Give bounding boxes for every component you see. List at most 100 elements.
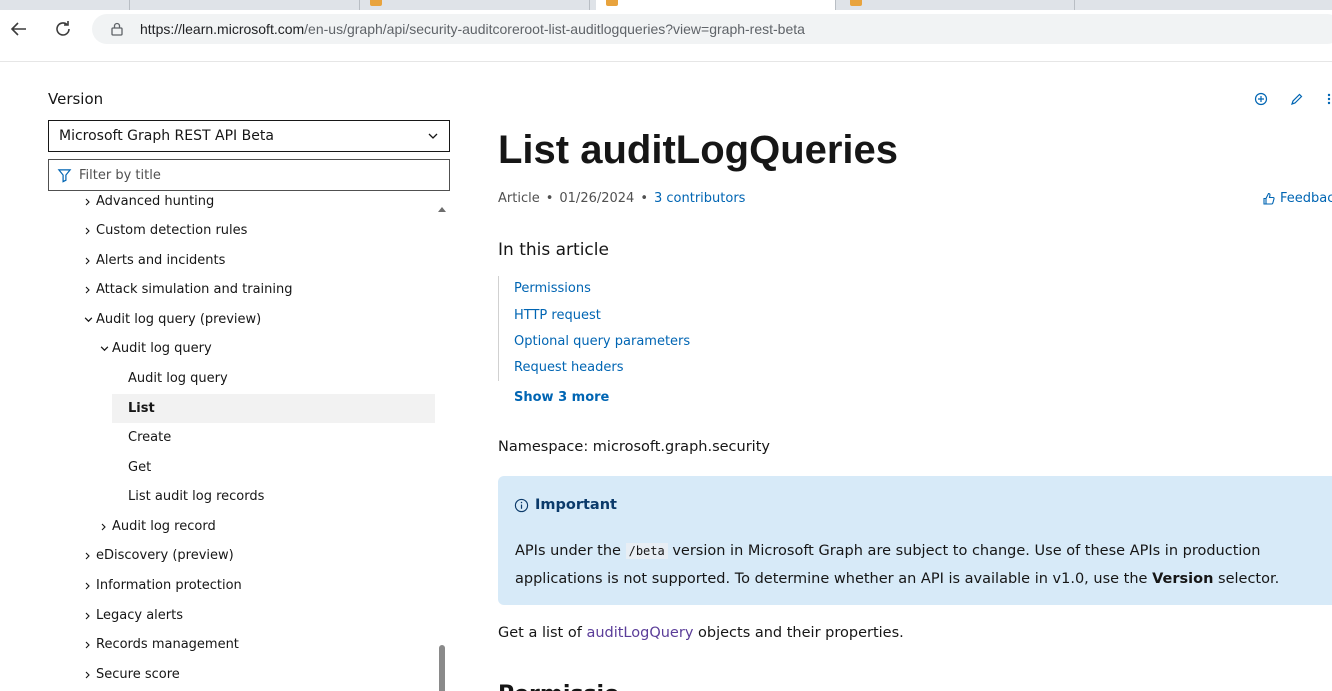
browser-tab[interactable] <box>130 0 360 10</box>
url-field[interactable]: https://learn.microsoft.com/en-us/graph/… <box>92 14 1332 44</box>
section-link-request-headers[interactable]: Request headers <box>514 360 624 375</box>
toc-item-label: List <box>128 401 155 416</box>
chevron-right-icon <box>80 227 96 235</box>
toc-item-list[interactable]: List <box>112 394 435 423</box>
reload-icon <box>56 21 70 36</box>
browser-tab[interactable] <box>0 0 130 10</box>
browser-tab-strip <box>0 0 1332 10</box>
tab-favicon-icon <box>370 0 382 6</box>
toc-scrollbar[interactable] <box>437 204 447 691</box>
article-metadata: Article • 01/26/2024 • 3 contributors <box>498 191 746 206</box>
toc-item-label: Custom detection rules <box>96 223 248 238</box>
toc-item-advanced-hunting[interactable]: Advanced hunting <box>80 192 435 216</box>
chevron-right-icon <box>80 612 96 620</box>
toc-item-get[interactable]: Get <box>112 453 435 482</box>
toc-item-create[interactable]: Create <box>112 423 435 452</box>
permissions-heading: Permissions <box>498 682 618 691</box>
tab-favicon-icon <box>850 0 862 6</box>
toc-item-information-protection[interactable]: Information protection <box>80 571 435 600</box>
toc-item-label: Information protection <box>96 578 242 593</box>
in-this-article-heading: In this article <box>498 240 609 260</box>
toc-item-label: Create <box>128 430 172 445</box>
toc-item-ediscovery[interactable]: eDiscovery (preview) <box>80 541 435 570</box>
feedback-label: Feedback <box>1280 191 1332 206</box>
section-link-optional-query-parameters[interactable]: Optional query parameters <box>514 334 690 349</box>
toc-item-secure-score[interactable]: Secure score <box>80 660 435 689</box>
alert-body: APIs under the /beta version in Microsof… <box>515 543 1280 587</box>
scrollbar-thumb[interactable] <box>439 645 445 691</box>
version-select[interactable]: Microsoft Graph REST API Beta <box>48 120 450 152</box>
lock-icon[interactable] <box>110 22 124 36</box>
important-alert: Important APIs under the /beta version i… <box>498 476 1332 605</box>
toc-item-records-management[interactable]: Records management <box>80 630 435 659</box>
toc-item-label: Advanced hunting <box>96 194 215 209</box>
browser-tab-active[interactable] <box>596 0 836 10</box>
address-bar: https://learn.microsoft.com/en-us/graph/… <box>0 10 1332 47</box>
toc-item-label: Attack simulation and training <box>96 282 293 297</box>
alert-title: Important <box>514 497 617 513</box>
back-arrow-icon <box>10 22 26 36</box>
toc-item-label: Get <box>128 460 152 475</box>
chevron-right-icon <box>80 257 96 265</box>
filter-by-title[interactable] <box>48 159 450 191</box>
chevron-right-icon <box>80 582 96 590</box>
toc-item-label: Audit log query <box>112 341 212 356</box>
reload-button[interactable] <box>52 18 74 40</box>
auditlogquery-link[interactable]: auditLogQuery <box>586 625 693 641</box>
table-of-contents: Advanced hunting Custom detection rules … <box>48 192 438 691</box>
toc-item-label: Legacy alerts <box>96 608 183 623</box>
browser-tab[interactable] <box>840 0 1075 10</box>
version-select-value: Microsoft Graph REST API Beta <box>59 128 274 144</box>
toc-item-audit-log-query-overview[interactable]: Audit log query <box>112 364 435 393</box>
thumbs-up-icon <box>1263 192 1275 205</box>
contributors-link[interactable]: 3 contributors <box>654 191 745 206</box>
toc-item-label: Secure score <box>96 667 180 682</box>
namespace-text: Namespace: microsoft.graph.security <box>498 439 770 455</box>
toc-item-alerts-and-incidents[interactable]: Alerts and incidents <box>80 246 435 275</box>
section-link-http-request[interactable]: HTTP request <box>514 308 601 323</box>
chevron-down-icon <box>96 344 112 353</box>
description-text: Get a list of auditLogQuery objects and … <box>498 625 904 641</box>
toc-item-label: Records management <box>96 637 239 652</box>
version-bold: Version <box>1152 571 1214 587</box>
toc-item-audit-log-record[interactable]: Audit log record <box>96 512 435 541</box>
browser-tab[interactable] <box>360 0 590 10</box>
edit-pencil-icon[interactable] <box>1290 92 1304 106</box>
tab-favicon-icon <box>606 0 618 6</box>
toc-item-attack-simulation[interactable]: Attack simulation and training <box>80 275 435 304</box>
filter-input[interactable] <box>79 165 439 185</box>
chevron-right-icon <box>80 552 96 560</box>
add-to-collection-icon[interactable] <box>1254 92 1268 106</box>
in-this-article-nav: Permissions HTTP request Optional query … <box>498 276 698 381</box>
toc-item-list-audit-log-records[interactable]: List audit log records <box>112 482 435 511</box>
article-date: 01/26/2024 <box>559 191 635 206</box>
feedback-button[interactable]: Feedback <box>1262 191 1332 206</box>
toc-item-label: Alerts and incidents <box>96 253 226 268</box>
section-link-permissions[interactable]: Permissions <box>514 281 591 296</box>
more-options-icon[interactable] <box>1326 92 1332 106</box>
beta-code: /beta <box>625 543 668 559</box>
page-title: List auditLogQueries <box>498 128 899 172</box>
version-label: Version <box>48 90 104 108</box>
filter-icon <box>57 169 72 183</box>
show-more-button[interactable]: Show 3 more <box>514 390 609 405</box>
chevron-right-icon <box>80 198 96 206</box>
article-type: Article <box>498 191 540 206</box>
scroll-up-arrow-icon[interactable] <box>437 204 447 214</box>
toc-item-legacy-alerts[interactable]: Legacy alerts <box>80 601 435 630</box>
back-button[interactable] <box>8 18 30 40</box>
toc-item-audit-log-query-group[interactable]: Audit log query <box>96 334 435 363</box>
chevron-down-icon <box>80 315 96 324</box>
toc-item-audit-log-query-preview[interactable]: Audit log query (preview) <box>80 305 435 334</box>
chevron-right-icon <box>80 671 96 679</box>
chevron-right-icon <box>80 641 96 649</box>
toc-item-label: eDiscovery (preview) <box>96 548 234 563</box>
alert-title-text: Important <box>535 497 617 513</box>
toc-item-label: Audit log query <box>128 371 228 386</box>
header-divider <box>0 61 1332 62</box>
chevron-right-icon <box>80 286 96 294</box>
url-text: https://learn.microsoft.com/en-us/graph/… <box>140 21 805 37</box>
toc-item-label: Audit log query (preview) <box>96 312 262 327</box>
toc-item-custom-detection-rules[interactable]: Custom detection rules <box>80 216 435 245</box>
chevron-right-icon <box>96 523 112 531</box>
